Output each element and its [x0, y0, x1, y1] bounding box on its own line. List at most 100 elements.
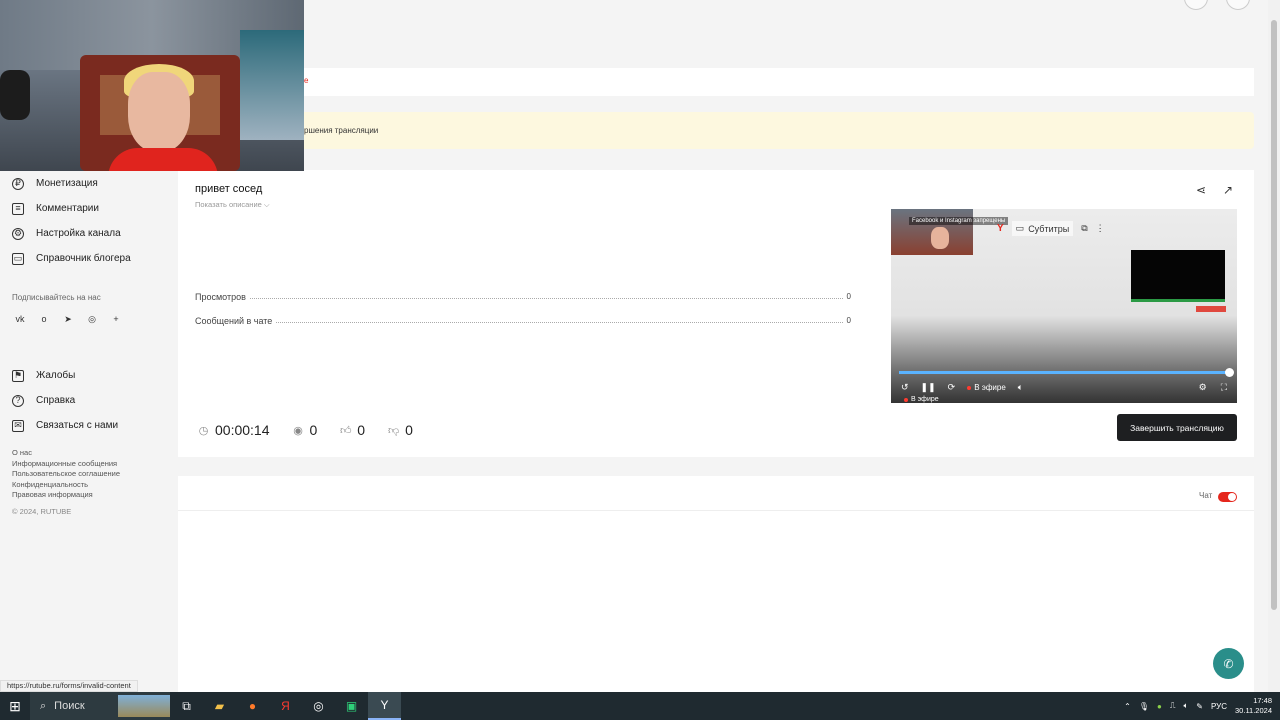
subtitles-button[interactable]: ▭ Субтитры — [1011, 221, 1074, 236]
ok-icon[interactable]: ᴏ — [38, 314, 50, 325]
yandex-icon[interactable]: Y — [997, 223, 1004, 234]
footer-link[interactable]: Информационные сообщения — [12, 459, 170, 470]
forward-icon[interactable]: ⟳ — [948, 382, 956, 393]
firefox-icon[interactable]: ● — [236, 692, 269, 720]
footer-link[interactable]: О нас — [12, 448, 170, 459]
sidebar-item-label: Монетизация — [36, 178, 98, 189]
help-icon: ? — [12, 394, 24, 407]
chat-bubble-icon: ✆ — [1223, 656, 1234, 671]
support-chat-button[interactable]: ✆ — [1213, 648, 1244, 679]
footer-link[interactable]: Конфиденциальность — [12, 480, 170, 491]
copyright: © 2024, RUTUBE — [12, 506, 72, 516]
webcam-overlay — [0, 0, 304, 171]
mic-icon[interactable]: 🎙︎ — [1139, 702, 1149, 711]
progress-knob[interactable] — [1225, 368, 1234, 377]
likes-metric: 👍︎ 0 — [339, 422, 365, 438]
volume-icon[interactable]: 🔈︎ — [1018, 382, 1023, 393]
sidebar-item-complaints[interactable]: ⚑ Жалобы — [0, 363, 170, 388]
sidebar-item-comments[interactable]: ≡ Комментарии — [0, 196, 170, 221]
yandex-browser-icon[interactable]: Я — [269, 692, 302, 720]
upload-icon[interactable] — [1226, 0, 1250, 10]
scrollbar-thumb[interactable] — [1271, 20, 1277, 610]
notice-text: ршения трансляции — [304, 126, 379, 135]
chat-toggle[interactable] — [1218, 492, 1237, 502]
stream-metrics: ◷ 00:00:14 ◉ 0 👍︎ 0 👎︎ 0 — [197, 422, 435, 438]
sidebar-item-monetization[interactable]: ₽ Монетизация — [0, 171, 170, 196]
chat-label: Чат — [1199, 491, 1213, 500]
windows-start-icon[interactable]: ⊞ — [0, 698, 30, 715]
gear-icon: ⚙ — [12, 227, 24, 240]
search-label: Поиск — [54, 700, 85, 712]
search-highlight-image — [118, 695, 170, 717]
status-icon[interactable]: ● — [1157, 702, 1162, 711]
viewers-metric: ◉ 0 — [292, 422, 317, 438]
book-icon: ▭ — [12, 252, 24, 265]
sidebar-item-help[interactable]: ? Справка — [0, 388, 170, 413]
settings-icon[interactable]: ⚙ — [1199, 382, 1207, 393]
rewind-icon[interactable]: ↺ — [901, 382, 909, 393]
mail-icon: ✉ — [12, 419, 24, 432]
player-webcam-preview — [891, 209, 973, 255]
vk-icon[interactable]: vk — [14, 314, 26, 325]
footer-link[interactable]: Пользовательское соглашение — [12, 469, 170, 480]
player-caption: Facebook и Instagram запрещены — [909, 217, 1009, 225]
taskbar-search[interactable]: ⌕ Поиск — [30, 692, 170, 720]
social-links: vk ᴏ ➤ ◎ + — [0, 314, 170, 325]
sidebar-item-blogger-guide[interactable]: ▭ Справочник блогера — [0, 246, 170, 271]
likes-value: 0 — [357, 422, 366, 438]
clock[interactable]: 17:48 30.11.2024 — [1235, 696, 1272, 716]
pause-icon[interactable]: ❚❚ — [921, 382, 936, 393]
fullscreen-icon[interactable]: ⛶ — [1221, 382, 1227, 393]
viber-icon[interactable]: ◎ — [86, 314, 98, 325]
external-link-icon[interactable]: ↗ — [1223, 183, 1237, 197]
divider — [178, 510, 1254, 511]
sidebar-item-channel-settings[interactable]: ⚙ Настройка канала — [0, 221, 170, 246]
share-icon[interactable]: ⋖ — [1196, 183, 1210, 197]
task-view-icon[interactable]: ⧉ — [170, 692, 203, 720]
page-scrollbar[interactable] — [1268, 0, 1280, 692]
obs-icon[interactable]: ◎ — [302, 692, 335, 720]
end-stream-button[interactable]: Завершить трансляцию — [1117, 414, 1237, 441]
more-socials-icon[interactable]: + — [110, 314, 122, 325]
sidebar-item-label: Связаться с нами — [36, 420, 119, 431]
app-green-icon[interactable]: ▣ — [335, 692, 368, 720]
video-player[interactable]: Facebook и Instagram запрещены Y ▭ Субтит… — [891, 209, 1237, 403]
dotted-leader — [276, 316, 843, 323]
file-explorer-icon[interactable]: ▰ — [203, 692, 236, 720]
player-controls: ↺ ❚❚ ⟳ В эфире 🔈︎ ⚙ ⛶ — [901, 382, 1227, 393]
player-red-button — [1196, 306, 1226, 312]
duration-value: 00:00:14 — [215, 422, 270, 438]
stream-title: привет сосед — [195, 183, 263, 195]
footer-link[interactable]: Правовая информация — [12, 490, 170, 501]
chat-panel: Чат — [178, 476, 1254, 692]
player-topbar: Y ▭ Субтитры ⧉ ⋮ — [997, 221, 1105, 236]
telegram-icon[interactable]: ➤ — [62, 314, 74, 325]
stat-value: 0 — [846, 292, 851, 301]
dotted-leader — [249, 292, 843, 299]
notification-icon[interactable] — [1184, 0, 1208, 10]
stat-label: Просмотров — [195, 292, 246, 302]
volume-icon[interactable]: 🔈︎ — [1183, 701, 1188, 711]
active-tab-fragment[interactable]: е — [304, 76, 308, 85]
sidebar-item-label: Комментарии — [36, 203, 99, 214]
chevron-up-icon[interactable]: ⌃ — [1124, 702, 1131, 711]
more-icon[interactable]: ⋮ — [1096, 223, 1105, 234]
show-description-link[interactable]: Показать описание ⌵ — [195, 200, 270, 210]
comment-icon: ≡ — [12, 202, 24, 215]
duration-metric: ◷ 00:00:14 — [197, 422, 270, 438]
pen-icon[interactable]: ✎ — [1196, 702, 1203, 711]
taskbar: ⊞ ⌕ Поиск ⧉ ▰ ● Я ◎ ▣ Y ⌃ 🎙︎ ● ⎍ 🔈︎ ✎ РУ… — [0, 692, 1280, 720]
tab-strip: е — [178, 68, 1254, 96]
stat-label: Сообщений в чате — [195, 316, 273, 326]
sidebar: ₽ Монетизация ≡ Комментарии ⚙ Настройка … — [0, 171, 170, 517]
clock-date: 30.11.2024 — [1235, 706, 1272, 715]
language-indicator[interactable]: РУС — [1211, 702, 1227, 711]
network-icon[interactable]: ⎍ — [1170, 701, 1176, 711]
live-badge-overlay: В эфире — [904, 396, 939, 403]
pip-icon[interactable]: ⧉ — [1081, 223, 1087, 234]
player-progress[interactable] — [899, 371, 1229, 374]
sidebar-item-contact[interactable]: ✉ Связаться с нами — [0, 413, 170, 438]
clock-icon: ◷ — [198, 424, 209, 437]
yandex-active-icon[interactable]: Y — [368, 692, 401, 720]
thumbs-up-icon: 👍︎ — [340, 424, 352, 437]
